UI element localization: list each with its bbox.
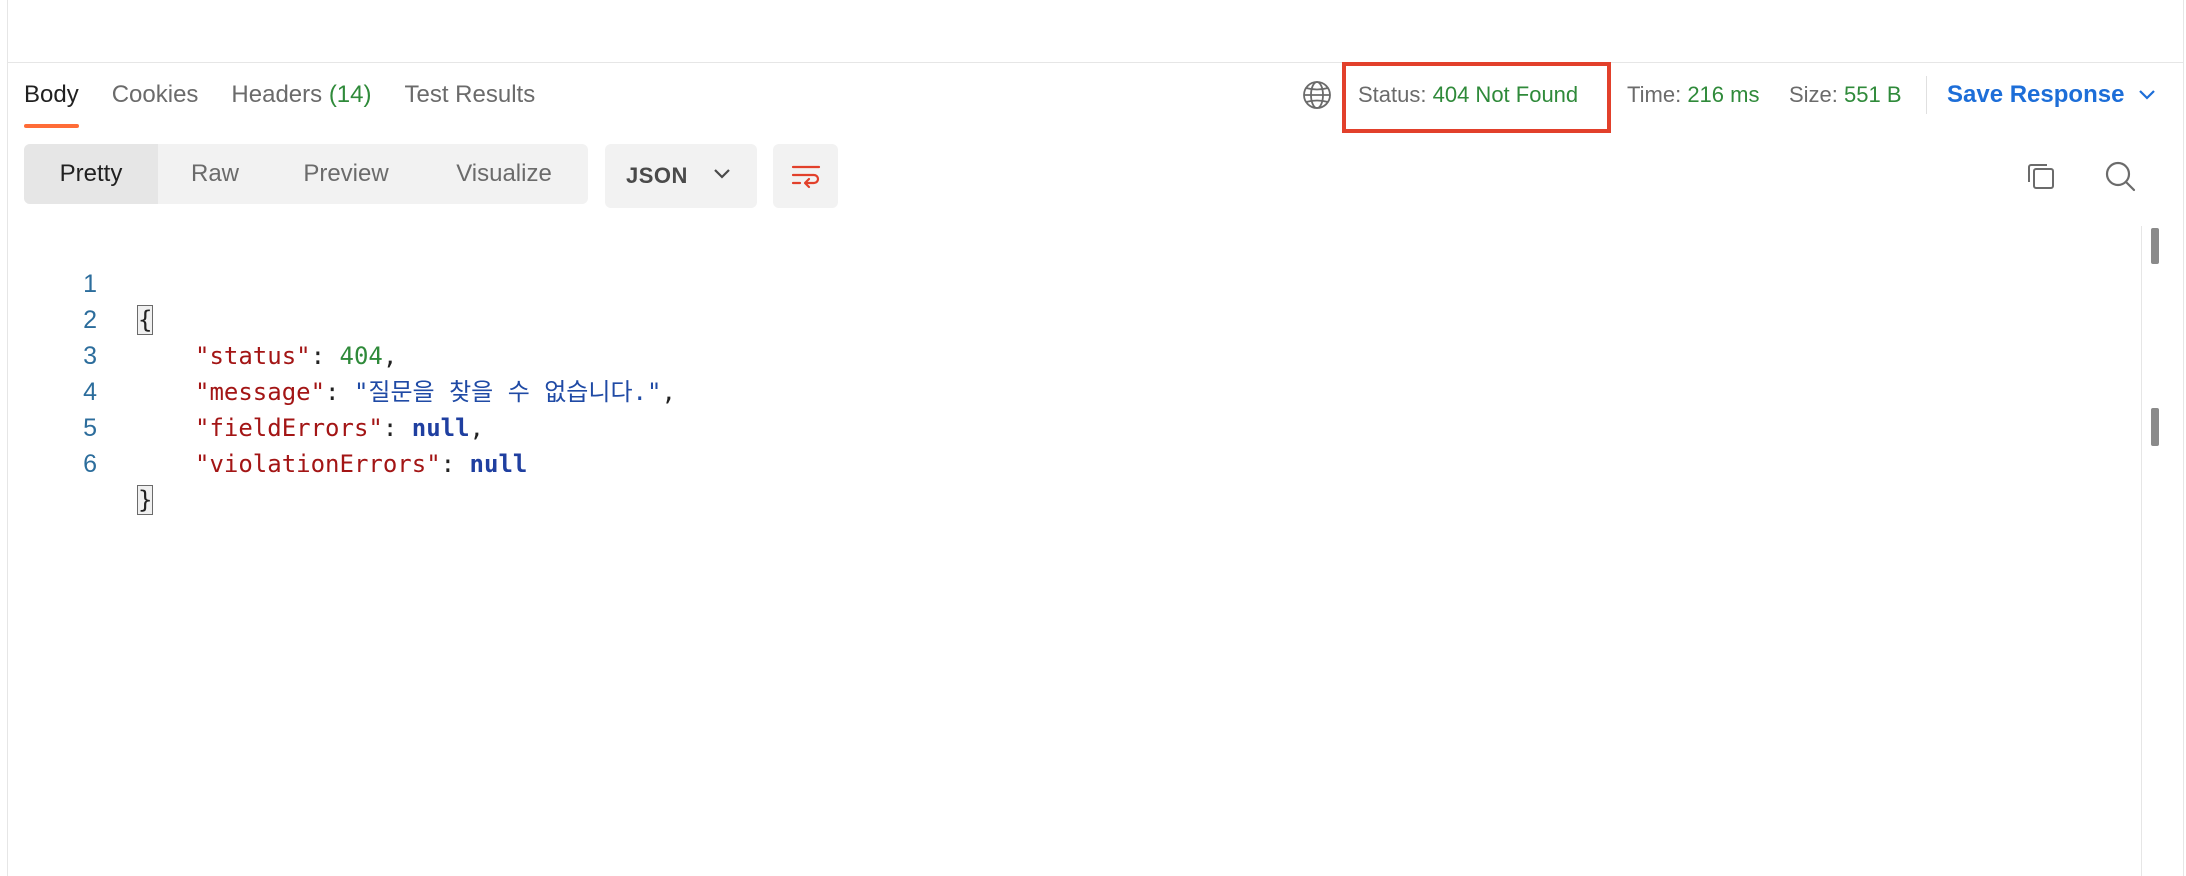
time-label: Time: xyxy=(1627,82,1682,107)
json-key: "message" xyxy=(195,378,326,406)
code-line: 5 "violationErrors": null xyxy=(8,374,527,478)
copy-button[interactable] xyxy=(2021,156,2061,196)
view-mode-selector: Pretty Raw Preview Visualize xyxy=(24,144,588,204)
format-dropdown[interactable]: JSON xyxy=(605,144,757,208)
view-mode-preview[interactable]: Preview xyxy=(272,144,420,204)
globe-icon[interactable] xyxy=(1302,80,1332,110)
json-value: "질문을 찾을 수 없습니다." xyxy=(353,378,662,406)
time-value: 216 ms xyxy=(1687,82,1760,107)
code-line: 3 "message": "질문을 찾을 수 없습니다.", xyxy=(8,302,676,406)
size-value: 551 B xyxy=(1844,82,1902,107)
json-key: "violationErrors" xyxy=(195,450,441,478)
json-value: 404 xyxy=(339,342,383,370)
tab-body[interactable]: Body xyxy=(24,78,79,128)
json-value: null xyxy=(469,450,528,478)
json-key: "status" xyxy=(195,342,311,370)
tab-label: Body xyxy=(24,81,79,108)
view-mode-raw[interactable]: Raw xyxy=(158,144,272,204)
response-tabs: Body Cookies Headers (14) Test Results xyxy=(24,78,568,128)
code-line: 2 "status": 404, xyxy=(8,266,397,370)
divider xyxy=(1926,76,1927,114)
tab-test-results[interactable]: Test Results xyxy=(405,78,536,128)
code-line: 1 { xyxy=(8,230,154,335)
response-panel: Body Cookies Headers (14) Test Results S… xyxy=(0,0,2186,876)
save-response-label: Save Response xyxy=(1947,81,2125,108)
size-indicator[interactable]: Size: 551 B xyxy=(1789,78,1902,112)
panel-top-divider xyxy=(7,62,2184,63)
save-response-button[interactable]: Save Response xyxy=(1947,78,2156,112)
code-line: 4 "fieldErrors": null, xyxy=(8,338,484,442)
panel-right-border xyxy=(2183,0,2184,876)
tab-headers[interactable]: Headers (14) xyxy=(231,78,371,128)
view-mode-pretty[interactable]: Pretty xyxy=(24,144,158,204)
view-mode-visualize[interactable]: Visualize xyxy=(420,144,588,204)
copy-icon xyxy=(2028,164,2054,189)
time-indicator[interactable]: Time: 216 ms xyxy=(1627,78,1759,112)
json-value: null xyxy=(411,414,470,442)
editor-scrollbar-track[interactable] xyxy=(2141,226,2142,876)
headers-count: (14) xyxy=(328,81,372,108)
wrap-lines-button[interactable] xyxy=(773,144,838,208)
search-icon xyxy=(2105,161,2136,192)
scrollbar-marker xyxy=(2151,408,2159,446)
status-highlight-box xyxy=(1342,62,1611,133)
size-label: Size: xyxy=(1789,82,1838,107)
chevron-down-icon xyxy=(2139,90,2156,100)
close-brace: } xyxy=(137,485,154,515)
tab-label: Cookies xyxy=(111,81,199,108)
json-trail: , xyxy=(469,414,484,442)
tab-cookies[interactable]: Cookies xyxy=(112,78,199,128)
json-trail: , xyxy=(661,378,676,406)
open-brace: { xyxy=(137,305,154,335)
tab-label: Headers xyxy=(231,81,323,108)
response-body-editor[interactable]: 1 { 2 "status": 404, 3 "message": "질문을 찾… xyxy=(8,226,2142,876)
search-button[interactable] xyxy=(2100,156,2140,196)
json-trail: , xyxy=(382,342,398,370)
json-key: "fieldErrors" xyxy=(195,414,383,442)
wrap-lines-icon xyxy=(791,165,820,189)
tab-label: Test Results xyxy=(404,81,536,108)
format-value: JSON xyxy=(626,163,688,188)
chevron-down-icon xyxy=(714,169,730,179)
code-line: 6 } xyxy=(8,410,154,515)
line-number: 6 xyxy=(83,450,97,478)
scrollbar-marker xyxy=(2151,228,2159,264)
